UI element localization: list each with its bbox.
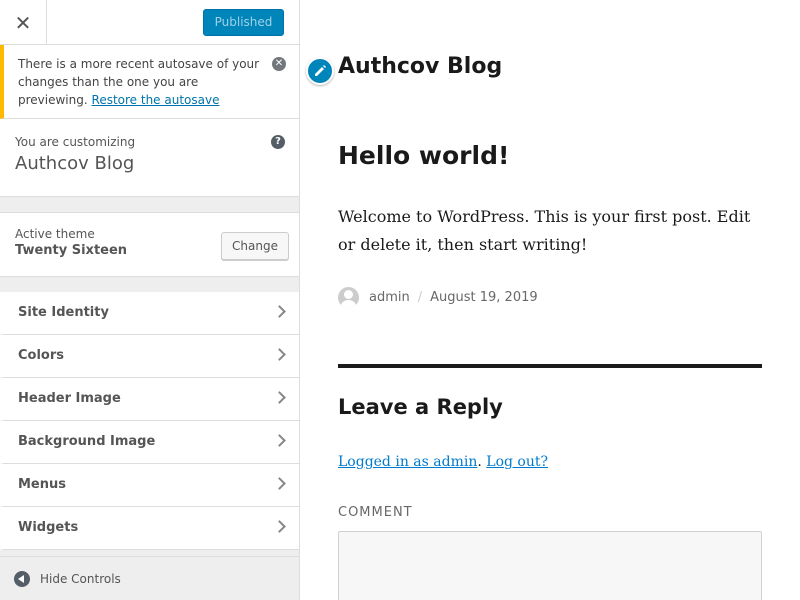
post-author-link[interactable]: admin [369,290,410,305]
logout-link[interactable]: Log out? [486,454,548,470]
avatar [338,287,359,308]
section-list: Site Identity Colors Header Image Backgr… [0,292,299,550]
meta-separator: / [417,290,423,305]
post-title[interactable]: Hello world! [338,141,509,170]
pencil-icon-glyph [315,65,326,76]
post-content: Welcome to WordPress. This is your first… [338,207,751,254]
hide-controls-button[interactable]: Hide Controls [0,556,299,600]
active-theme-panel: Active theme Twenty Sixteen Change [0,212,299,277]
post-meta: admin / August 19, 2019 [338,287,538,308]
section-label: Menus [18,477,67,492]
close-icon[interactable]: ✕ [0,0,47,45]
pencil-icon[interactable] [306,57,334,85]
section-site-identity[interactable]: Site Identity [0,292,299,335]
logged-in-line: Logged in as admin. Log out? [338,454,548,470]
publish-button[interactable]: Published [203,9,284,36]
section-label: Header Image [18,391,121,406]
chevron-right-icon [273,520,286,533]
comment-label: COMMENT [338,505,413,520]
divider [338,364,762,368]
chevron-right-icon [273,434,286,447]
chevron-right-icon [273,477,286,490]
change-theme-button[interactable]: Change [221,232,289,260]
help-icon[interactable]: ? [271,135,285,149]
chevron-right-icon [273,348,286,361]
section-background-image[interactable]: Background Image [0,421,299,464]
customizing-site-name: Authcov Blog [15,153,135,174]
section-label: Site Identity [18,305,109,320]
dismiss-icon[interactable]: ✕ [272,57,286,71]
section-widgets[interactable]: Widgets [0,507,299,550]
post-date-link[interactable]: August 19, 2019 [430,290,538,305]
autosave-notice: There is a more recent autosave of your … [0,45,299,119]
restore-autosave-link[interactable]: Restore the autosave [92,93,220,107]
customizer-sidebar: ✕ Published There is a more recent autos… [0,0,300,600]
reply-title: Leave a Reply [338,395,503,419]
comment-textarea[interactable] [338,531,762,600]
site-title[interactable]: Authcov Blog [338,54,502,79]
customizing-info: You are customizing Authcov Blog ? [0,119,299,197]
section-colors[interactable]: Colors [0,335,299,378]
customizing-label: You are customizing [15,135,136,149]
section-label: Widgets [18,520,79,535]
collapse-icon [14,570,30,587]
logged-in-period: . [477,454,482,470]
chevron-right-icon [273,391,286,404]
logged-in-link[interactable]: Logged in as admin [338,454,477,470]
chevron-right-icon [273,305,286,318]
section-header-image[interactable]: Header Image [0,378,299,421]
section-label: Background Image [18,434,156,449]
hide-controls-label: Hide Controls [40,571,121,586]
section-menus[interactable]: Menus [0,464,299,507]
site-preview: Authcov Blog Hello world! Welcome to Wor… [300,0,800,600]
customizer-header: ✕ Published [0,0,299,45]
section-label: Colors [18,348,65,363]
